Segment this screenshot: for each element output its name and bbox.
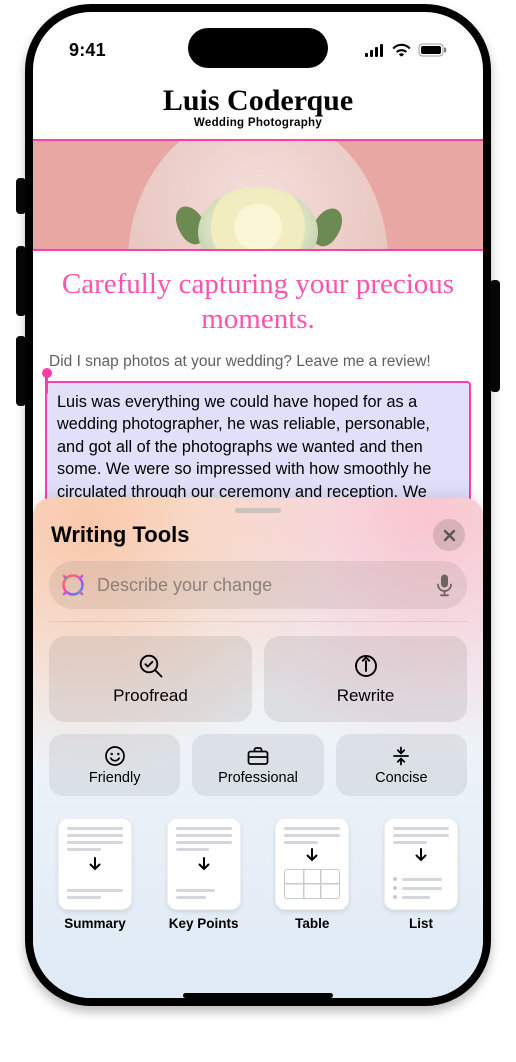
apple-intelligence-icon [59,571,87,599]
rewrite-label: Rewrite [337,686,395,706]
concise-label: Concise [375,770,427,786]
summary-button[interactable]: Summary [53,818,137,931]
rewrite-button[interactable]: Rewrite [264,636,467,722]
microphone-icon[interactable] [436,573,453,597]
phone-frame: 9:41 Luis Coderque Wedding Photog [25,4,491,1006]
summary-label: Summary [64,916,126,931]
professional-label: Professional [218,770,298,786]
friendly-label: Friendly [89,770,141,786]
down-arrow-icon [414,847,428,863]
panel-title: Writing Tools [51,522,190,548]
brand-subtitle: Wedding Photography [33,117,483,129]
brand-name: Luis Coderque [33,84,483,118]
keypoints-thumb [167,818,241,910]
concise-icon [390,745,412,767]
proofread-button[interactable]: Proofread [49,636,252,722]
list-label: List [409,916,433,931]
describe-placeholder: Describe your change [97,575,426,596]
briefcase-icon [246,745,270,767]
keypoints-button[interactable]: Key Points [162,818,246,931]
close-icon [443,529,456,542]
rewrite-icon [352,652,380,680]
concise-button[interactable]: Concise [336,734,467,796]
keypoints-label: Key Points [169,916,239,931]
status-bar: 9:41 [33,30,483,70]
headline: Carefully capturing your precious moment… [33,251,483,347]
review-prompt: Did I snap photos at your wedding? Leave… [33,347,483,381]
home-indicator[interactable] [183,993,333,998]
close-button[interactable] [433,519,465,551]
professional-button[interactable]: Professional [192,734,323,796]
battery-icon [418,43,447,57]
magnifier-check-icon [137,652,165,680]
smile-icon [104,745,126,767]
table-thumb [275,818,349,910]
sheet-grabber[interactable] [235,508,281,513]
table-label: Table [295,916,329,931]
status-time: 9:41 [69,40,106,61]
list-button[interactable]: List [379,818,463,931]
power-button[interactable] [490,280,500,392]
writing-tools-panel: Writing Tools [33,498,483,998]
divider [49,621,467,622]
cellular-icon [365,44,385,57]
list-thumb [384,818,458,910]
describe-change-input[interactable]: Describe your change [49,561,467,609]
wifi-icon [392,43,411,57]
screen: 9:41 Luis Coderque Wedding Photog [33,12,483,998]
brand-header: Luis Coderque Wedding Photography [33,78,483,133]
table-button[interactable]: Table [270,818,354,931]
summary-thumb [58,818,132,910]
proofread-label: Proofread [113,686,188,706]
down-arrow-icon [305,847,319,863]
down-arrow-icon [197,856,211,872]
hero-image [33,139,483,251]
down-arrow-icon [88,856,102,872]
friendly-button[interactable]: Friendly [49,734,180,796]
